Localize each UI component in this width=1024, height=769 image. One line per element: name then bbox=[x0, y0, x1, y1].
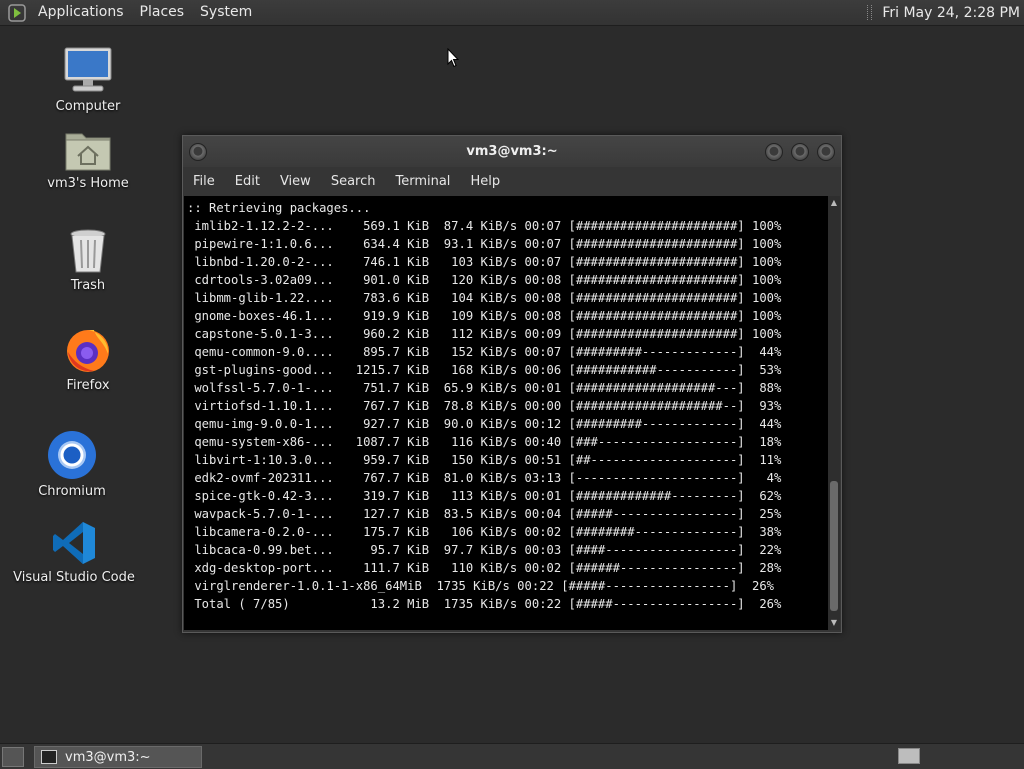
clock[interactable]: Fri May 24, 2:28 PM bbox=[882, 5, 1020, 21]
terminal-line: edk2-ovmf-202311... 767.7 KiB 81.0 KiB/s… bbox=[194, 471, 782, 485]
terminal-line: libcaca-0.99.bet... 95.7 KiB 97.7 KiB/s … bbox=[194, 543, 782, 557]
window-menu-button[interactable] bbox=[189, 143, 207, 161]
window-title: vm3@vm3:~ bbox=[466, 144, 558, 159]
panel-handle[interactable] bbox=[867, 5, 873, 20]
desktop-icon-label: vm3's Home bbox=[47, 176, 129, 191]
menu-file[interactable]: File bbox=[183, 174, 225, 189]
desktop-icon-computer[interactable]: Computer bbox=[18, 45, 158, 114]
desktop-icon-label: Chromium bbox=[38, 484, 106, 499]
desktop-icon-firefox[interactable]: Firefox bbox=[18, 326, 158, 393]
desktop-icon-home[interactable]: vm3's Home bbox=[18, 128, 158, 191]
desktop-icon-label: Visual Studio Code bbox=[13, 570, 135, 585]
terminal-line: wavpack-5.7.0-1-... 127.7 KiB 83.5 KiB/s… bbox=[194, 507, 782, 521]
terminal-line: cdrtools-3.02a09... 901.0 KiB 120 KiB/s … bbox=[194, 273, 782, 287]
terminal-line: libvirt-1:10.3.0... 959.7 KiB 150 KiB/s … bbox=[194, 453, 782, 467]
desktop-icon-label: Firefox bbox=[66, 378, 110, 393]
vscode-icon bbox=[53, 522, 95, 564]
terminal-line: xdg-desktop-port... 111.7 KiB 110 KiB/s … bbox=[194, 561, 782, 575]
firefox-icon bbox=[67, 330, 109, 372]
distro-logo-icon bbox=[8, 3, 26, 22]
system-menu[interactable]: System bbox=[192, 0, 260, 25]
menu-help[interactable]: Help bbox=[460, 174, 510, 189]
desktop-icon-label: Trash bbox=[70, 278, 106, 293]
maximize-button[interactable] bbox=[791, 143, 809, 161]
desktop-icon-vscode[interactable]: Visual Studio Code bbox=[4, 520, 144, 585]
terminal-line: gnome-boxes-46.1... 919.9 KiB 109 KiB/s … bbox=[194, 309, 782, 323]
terminal-line: qemu-img-9.0.0-1... 927.7 KiB 90.0 KiB/s… bbox=[194, 417, 782, 431]
terminal-line: imlib2-1.12.2-2-... 569.1 KiB 87.4 KiB/s… bbox=[194, 219, 782, 233]
terminal-line: libmm-glib-1.22.... 783.6 KiB 104 KiB/s … bbox=[194, 291, 782, 305]
terminal-line: qemu-system-x86-... 1087.7 KiB 116 KiB/s… bbox=[194, 435, 782, 449]
terminal-output[interactable]: :: Retrieving packages... imlib2-1.12.2-… bbox=[184, 196, 828, 630]
terminal-text: :: Retrieving packages... imlib2-1.12.2-… bbox=[184, 196, 828, 613]
terminal-line: spice-gtk-0.42-3... 319.7 KiB 113 KiB/s … bbox=[194, 489, 782, 503]
terminal-line: Total ( 7/85) 13.2 MiB 1735 KiB/s 00:22 … bbox=[194, 597, 782, 611]
scroll-down-arrow-icon[interactable]: ▼ bbox=[828, 618, 840, 628]
terminal-menubar: File Edit View Search Terminal Help bbox=[183, 168, 841, 195]
places-menu[interactable]: Places bbox=[132, 0, 193, 25]
terminal-line: libnbd-1.20.0-2-... 746.1 KiB 103 KiB/s … bbox=[194, 255, 782, 269]
scrollbar-thumb[interactable] bbox=[830, 481, 838, 611]
menu-view[interactable]: View bbox=[270, 174, 321, 189]
terminal-scrollbar[interactable]: ▲ ▼ bbox=[828, 196, 840, 630]
window-titlebar[interactable]: vm3@vm3:~ bbox=[183, 136, 841, 167]
home-folder-icon bbox=[65, 133, 111, 171]
menu-edit[interactable]: Edit bbox=[225, 174, 270, 189]
show-desktop-button[interactable] bbox=[2, 747, 24, 767]
clock-area: Fri May 24, 2:28 PM bbox=[867, 0, 1020, 25]
terminal-window[interactable]: vm3@vm3:~ File Edit View Search Terminal… bbox=[182, 135, 842, 633]
terminal-line: pipewire-1:1.0.6... 634.4 KiB 93.1 KiB/s… bbox=[194, 237, 782, 251]
menu-terminal[interactable]: Terminal bbox=[385, 174, 460, 189]
desktop-icon-label: Computer bbox=[55, 99, 121, 114]
taskbar-item-label: vm3@vm3:~ bbox=[65, 749, 151, 765]
top-panel: Applications Places System Fri May 24, 2… bbox=[0, 0, 1024, 26]
desktop-icon-trash[interactable]: Trash bbox=[18, 228, 158, 293]
trash-icon bbox=[70, 229, 106, 273]
bottom-panel: vm3@vm3:~ bbox=[0, 743, 1024, 769]
minimize-button[interactable] bbox=[765, 143, 783, 161]
terminal-line: qemu-common-9.0.... 895.7 KiB 152 KiB/s … bbox=[194, 345, 782, 359]
terminal-line: capstone-5.0.1-3... 960.2 KiB 112 KiB/s … bbox=[194, 327, 782, 341]
scroll-up-arrow-icon[interactable]: ▲ bbox=[828, 198, 840, 208]
applications-menu[interactable]: Applications bbox=[30, 0, 132, 25]
computer-icon bbox=[64, 47, 112, 92]
mouse-pointer-icon bbox=[447, 48, 459, 68]
menu-search[interactable]: Search bbox=[321, 174, 386, 189]
terminal-line: wolfssl-5.7.0-1-... 751.7 KiB 65.9 KiB/s… bbox=[194, 381, 782, 395]
terminal-line: virtiofsd-1.10.1... 767.7 KiB 78.8 KiB/s… bbox=[194, 399, 782, 413]
close-button[interactable] bbox=[817, 143, 835, 161]
terminal-line: :: Retrieving packages... bbox=[187, 201, 371, 215]
taskbar-item-terminal[interactable]: vm3@vm3:~ bbox=[34, 746, 202, 768]
terminal-line: virglrenderer-1.0.1-1-x86_64MiB 1735 KiB… bbox=[194, 579, 774, 593]
terminal-line: libcamera-0.2.0-... 175.7 KiB 106 KiB/s … bbox=[194, 525, 782, 539]
terminal-task-icon bbox=[41, 750, 57, 764]
terminal-line: gst-plugins-good... 1215.7 KiB 168 KiB/s… bbox=[194, 363, 782, 377]
workspace-switcher[interactable] bbox=[898, 748, 920, 764]
chromium-icon bbox=[48, 431, 96, 479]
applications-menu-group: Applications Places System bbox=[0, 0, 260, 25]
desktop-icon-chromium[interactable]: Chromium bbox=[2, 430, 142, 499]
